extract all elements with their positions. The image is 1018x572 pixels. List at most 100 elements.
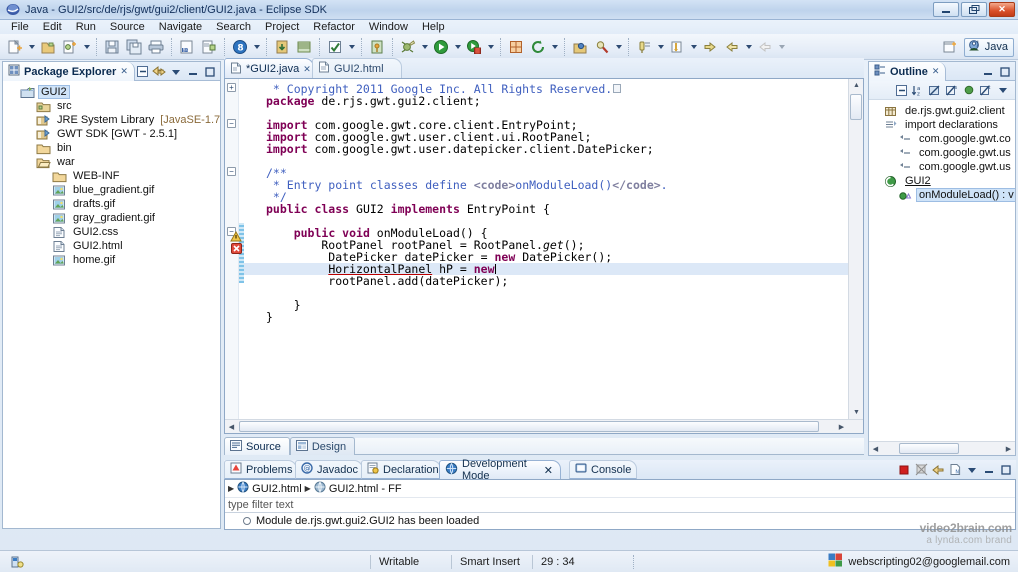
fold-collapse-toggle[interactable]: − <box>227 167 236 176</box>
previous-annotation-dropdown-arrow[interactable] <box>656 37 665 57</box>
tree-item-gui2[interactable]: GUI2 <box>3 85 220 99</box>
tab-design[interactable]: Design <box>290 437 355 455</box>
editor-tab-gui2-html[interactable]: GUI2.html <box>312 58 402 79</box>
tree-item-gui2-html[interactable]: GUI2.html <box>3 239 220 253</box>
outline-item-package[interactable]: de.rjs.gwt.gui2.client <box>869 104 1015 118</box>
outline-item-method-onmoduleload[interactable]: onModuleLoad() : v <box>869 188 1015 202</box>
next-annotation-icon[interactable] <box>667 37 687 57</box>
gwt-compile-icon[interactable]: 8 <box>230 37 250 57</box>
development-mode-content[interactable]: ▶ GUI2.html ▶ GUI2.html - FF <box>224 479 1016 530</box>
outline-item-import[interactable]: com.google.gwt.co <box>869 132 1015 146</box>
tab-development-mode[interactable]: Development Mode ✕ <box>439 460 561 479</box>
remove-all-terminated-icon[interactable] <box>913 462 929 478</box>
filter-input[interactable]: type filter text <box>225 497 1015 513</box>
maximize-view-icon[interactable] <box>997 64 1013 80</box>
outline-item-import[interactable]: com.google.gwt.us <box>869 160 1015 174</box>
import-icon[interactable] <box>272 37 292 57</box>
outline-horizontal-scrollbar[interactable]: ◀ ▶ <box>869 441 1015 455</box>
maximize-view-icon[interactable] <box>998 462 1014 478</box>
menu-refactor[interactable]: Refactor <box>306 20 362 34</box>
gwt-compile-dropdown-arrow[interactable] <box>252 37 261 57</box>
close-icon[interactable]: ✕ <box>932 66 940 77</box>
menu-navigate[interactable]: Navigate <box>152 20 209 34</box>
outline-tree[interactable]: de.rjs.gwt.gui2.client import declaratio… <box>869 100 1015 450</box>
account-status[interactable]: webscripting02@googlemail.com <box>820 551 1018 572</box>
minimize-view-icon[interactable] <box>185 64 201 80</box>
search-dropdown-arrow[interactable] <box>614 37 623 57</box>
close-button[interactable]: ✕ <box>989 2 1015 17</box>
menu-help[interactable]: Help <box>415 20 452 34</box>
chevron-right-icon[interactable]: ▶ <box>228 484 234 493</box>
chevron-right-icon[interactable]: ▶ <box>305 484 311 493</box>
editor-vertical-scrollbar[interactable]: ▲ ▼ <box>848 79 863 433</box>
new-window-icon[interactable] <box>506 37 526 57</box>
menu-window[interactable]: Window <box>362 20 415 34</box>
outline-tab[interactable]: Outline ✕ <box>869 62 946 81</box>
collapse-all-icon[interactable] <box>930 462 946 478</box>
new-java-class-dropdown-arrow[interactable] <box>82 37 91 57</box>
tree-item-gwt-sdk[interactable]: GWT SDK [GWT - 2.5.1] <box>3 127 220 141</box>
scroll-up-arrow[interactable]: ▲ <box>850 79 863 92</box>
outline-item-import-declarations[interactable]: import declarations <box>869 118 1015 132</box>
open-type-icon[interactable] <box>199 37 219 57</box>
tab-declaration[interactable]: Declaration <box>361 460 441 479</box>
tree-item-blue-gradient-gif[interactable]: blue_gradient.gif <box>3 183 220 197</box>
breadcrumb-item-label[interactable]: GUI2.html <box>252 483 302 495</box>
save-icon[interactable] <box>102 37 122 57</box>
menu-search[interactable]: Search <box>209 20 258 34</box>
sort-alphabetically-icon[interactable]: a z <box>910 82 926 98</box>
editor-tab-gui2-java[interactable]: *GUI2.java ✕ <box>224 58 314 79</box>
tree-item-home-gif[interactable]: home.gif <box>3 253 220 267</box>
tree-item-drafts-gif[interactable]: drafts.gif <box>3 197 220 211</box>
scroll-left-arrow[interactable]: ◀ <box>869 442 882 455</box>
fold-expand-toggle[interactable]: + <box>227 83 236 92</box>
close-icon[interactable]: ✕ <box>120 66 128 77</box>
toggle-mark-occurrences-icon[interactable] <box>325 37 345 57</box>
new-wizard-dropdown-arrow[interactable] <box>27 37 36 57</box>
debug-icon[interactable] <box>398 37 418 57</box>
new-java-package-icon[interactable] <box>38 37 58 57</box>
print-icon[interactable] <box>146 37 166 57</box>
export-icon[interactable] <box>294 37 314 57</box>
scroll-right-arrow[interactable]: ▶ <box>1002 442 1015 455</box>
close-icon[interactable]: ✕ <box>303 64 311 75</box>
run-external-tool-icon[interactable] <box>464 37 484 57</box>
new-java-class-icon[interactable] <box>60 37 80 57</box>
previous-annotation-icon[interactable] <box>634 37 654 57</box>
tree-item-src[interactable]: src <box>3 99 220 113</box>
tab-problems[interactable]: Problems <box>224 460 297 479</box>
tree-item-gui2-css[interactable]: GUI2.css <box>3 225 220 239</box>
tree-item-bin[interactable]: bin <box>3 141 220 155</box>
tree-item-web-inf[interactable]: WEB-INF <box>3 169 220 183</box>
terminate-icon[interactable] <box>896 462 912 478</box>
menu-run[interactable]: Run <box>69 20 103 34</box>
link-with-editor-icon[interactable] <box>151 64 167 80</box>
toggle-dropdown-arrow[interactable] <box>347 37 356 57</box>
log-row[interactable]: Module de.rjs.gwt.gui2.GUI2 has been loa… <box>225 513 1015 528</box>
external-tools-icon[interactable] <box>367 37 387 57</box>
minimize-button[interactable] <box>933 2 959 17</box>
run-dropdown-arrow[interactable] <box>453 37 462 57</box>
menu-edit[interactable]: Edit <box>36 20 69 34</box>
open-perspective-icon[interactable] <box>940 37 960 57</box>
view-menu-icon[interactable] <box>964 462 980 478</box>
refresh-dropdown-arrow[interactable] <box>550 37 559 57</box>
new-wizard-icon[interactable] <box>5 37 25 57</box>
horizontal-scroll-thumb[interactable] <box>899 443 959 454</box>
outline-item-import[interactable]: com.google.gwt.us <box>869 146 1015 160</box>
tree-item-gray-gradient-gif[interactable]: gray_gradient.gif <box>3 211 220 225</box>
copy-to-clipboard-icon[interactable]: N <box>947 462 963 478</box>
scroll-left-arrow[interactable]: ◀ <box>225 420 238 433</box>
tree-item-jre-system-library[interactable]: JRE System Library [JavaSE-1.7] <box>3 113 220 127</box>
hide-nonpublic-icon[interactable] <box>961 82 977 98</box>
code-text[interactable]: * Copyright 2011 Google Inc. All Rights … <box>244 79 848 433</box>
refresh-icon[interactable] <box>528 37 548 57</box>
hide-fields-icon[interactable] <box>927 82 943 98</box>
package-explorer-tab[interactable]: Package Explorer ✕ <box>3 62 135 81</box>
scroll-down-arrow[interactable]: ▼ <box>850 406 863 419</box>
menu-file[interactable]: File <box>4 20 36 34</box>
code-editor[interactable]: + − − − <box>224 78 864 434</box>
search-icon[interactable] <box>592 37 612 57</box>
debug-dropdown-arrow[interactable] <box>420 37 429 57</box>
run-icon[interactable] <box>431 37 451 57</box>
